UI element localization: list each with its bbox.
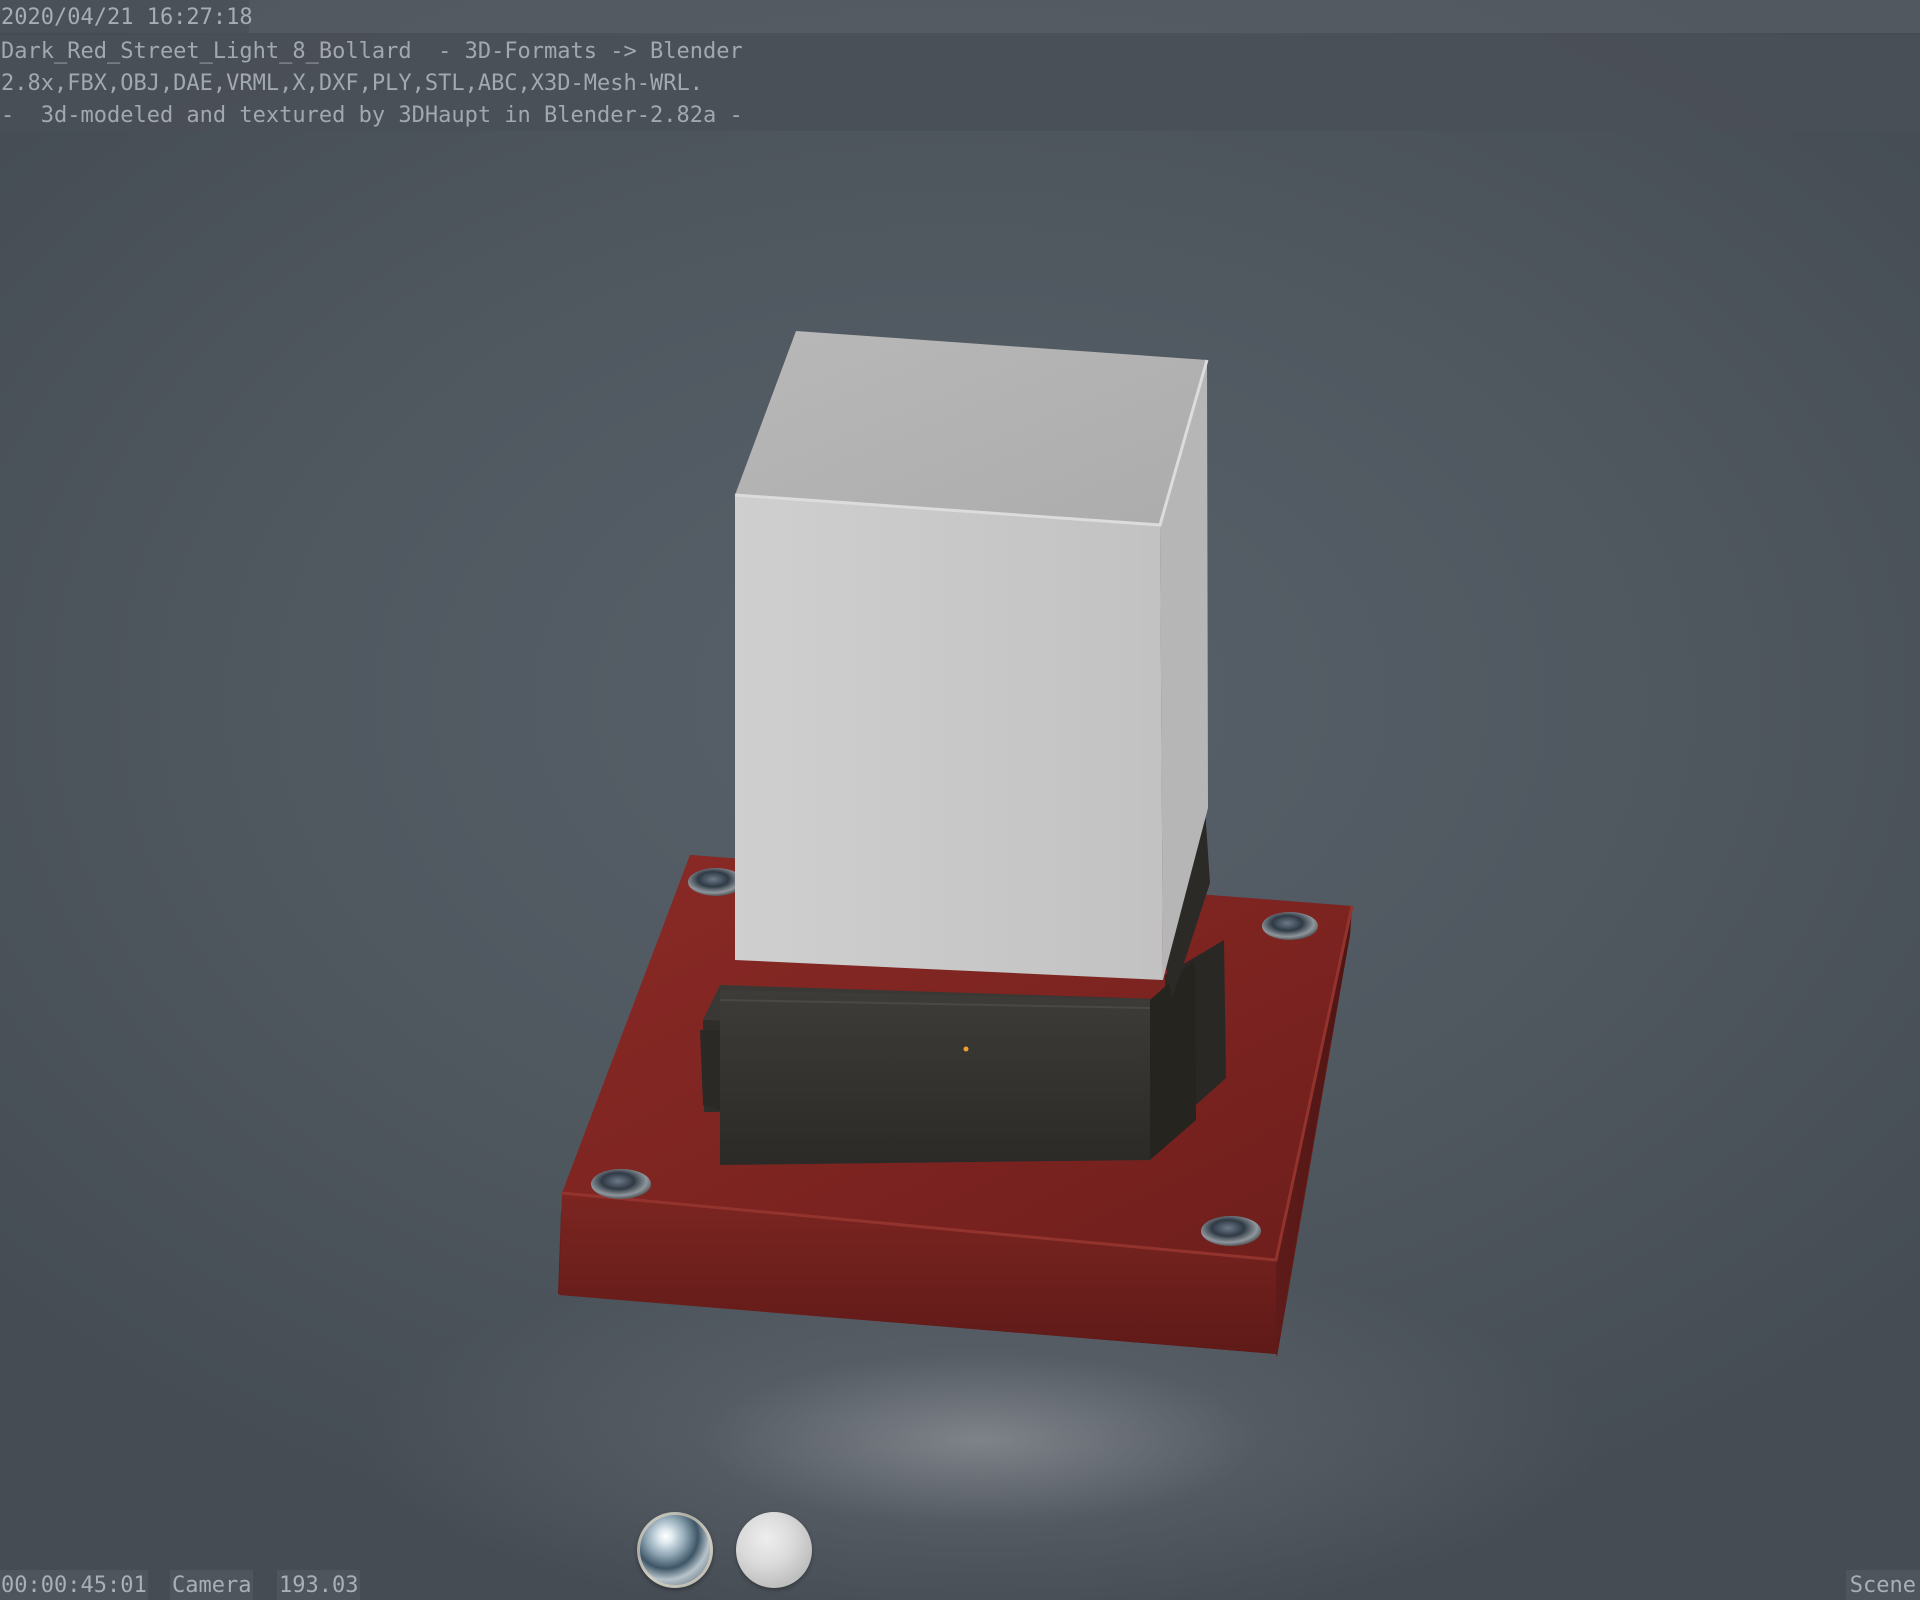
stamp-time: 00:00:45:01 (0, 1570, 148, 1600)
stamp-note-line-1: Dark_Red_Street_Light_8_Bollard - 3D-For… (1, 39, 743, 64)
stamp-scene: Scene (1845, 1570, 1920, 1600)
stamp-lens: 193.03 (277, 1570, 361, 1600)
stamp-note-line-2: 2.8x,FBX,OBJ,DAE,VRML,X,DXF,PLY,STL,ABC,… (1, 71, 703, 96)
stamp-camera: Camera (170, 1570, 254, 1600)
bollard-model[interactable] (0, 0, 1920, 1600)
bolt-front-left (591, 1169, 651, 1199)
chrome-sphere-icon[interactable] (637, 1512, 713, 1588)
stamp-date: 2020/04/21 16:27:18 (0, 0, 253, 33)
lamp-shade (734, 331, 1209, 980)
object-origin-dot[interactable] (963, 1046, 969, 1052)
stamp-top-band (0, 0, 1920, 33)
3d-viewport[interactable]: 2020/04/21 16:27:18 Dark_Red_Street_Ligh… (0, 0, 1920, 1600)
bolt-front-right (1201, 1216, 1261, 1246)
bolt-back-right (1262, 912, 1318, 940)
diffuse-sphere-icon[interactable] (736, 1512, 812, 1588)
stamp-note-line-3: - 3d-modeled and textured by 3DHaupt in … (1, 103, 743, 128)
